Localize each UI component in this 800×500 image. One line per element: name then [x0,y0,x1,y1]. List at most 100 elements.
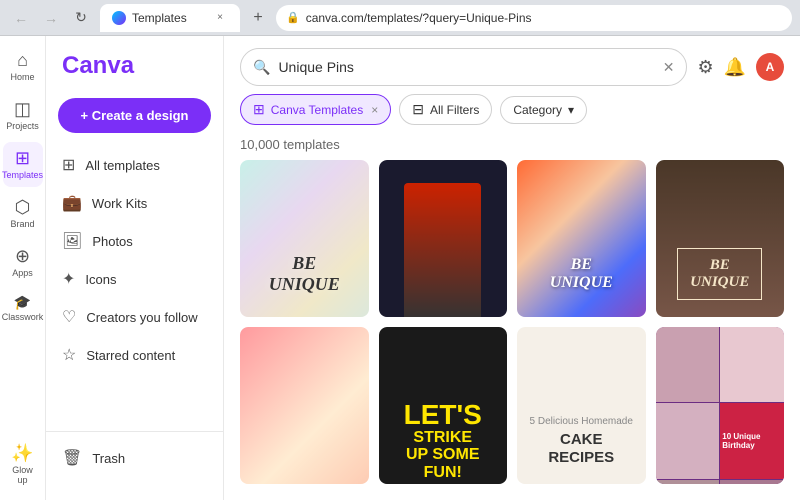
canva-logo-text: Canva [62,52,134,79]
nav-label-trash: Trash [92,451,125,466]
settings-icon[interactable]: ⚙ [697,57,713,78]
sidebar-item-brand[interactable]: ⬡ Brand [3,191,43,236]
all-filters-chip[interactable]: ⊟ All Filters [399,94,492,125]
search-clear-button[interactable]: ✕ [663,59,675,76]
template-preview-1: BEUNIQUE [240,160,369,317]
browser-tab[interactable]: Templates × [100,4,240,32]
template-preview-4: BEUNIQUE [656,160,785,317]
template-preview-8: 10 Unique Birthday [656,327,785,484]
search-box[interactable]: 🔍 Unique Pins ✕ [240,48,687,86]
nav-bottom-section: 🗑 Trash [46,431,223,484]
back-button[interactable]: ← [8,5,34,31]
user-avatar[interactable]: A [756,53,784,81]
template-text-1: BEUNIQUE [269,253,340,295]
category-arrow-icon: ▾ [568,103,574,117]
birthday-collage: 10 Unique Birthday [656,327,785,484]
nav-item-icons[interactable]: ✦ Icons [46,261,223,297]
canva-logo: Canva [46,52,223,96]
sidebar-label-home: Home [10,73,34,83]
dapper-person-image [404,183,481,317]
trash-icon: 🗑 [62,448,82,468]
templates-icon: ⊞ [15,148,30,169]
all-filters-label: All Filters [430,103,479,117]
nav-item-photos[interactable]: 🖼 Photos [46,223,223,259]
nav-label-work-kits: Work Kits [92,196,147,211]
filters-row: ⊞ Canva Templates × ⊟ All Filters Catego… [224,94,800,133]
templates-grid: BEUNIQUE Pink Modern Past... Pinterest P… [224,160,800,500]
app-container: ⌂ Home ◫ Projects ⊞ Templates ⬡ Brand ⊕ … [0,36,800,500]
template-card-3[interactable]: BEUNIQUE ▶ Be Unique Moder... Pinterest … [517,160,646,317]
tab-title: Templates [132,11,206,25]
tab-favicon [112,11,126,25]
nav-label-photos: Photos [92,234,132,249]
tab-close-button[interactable]: × [212,10,228,26]
home-icon: ⌂ [17,50,28,71]
filter-icon: ⊟ [412,101,424,118]
creators-icon: ♡ [62,307,76,327]
sidebar: ⌂ Home ◫ Projects ⊞ Templates ⬡ Brand ⊕ … [0,36,46,500]
template-text-4: BEUNIQUE [677,248,762,300]
template-card-7[interactable]: 5 Delicious Homemade CAKERECIPES 5 Delic… [517,327,646,484]
nav-item-starred[interactable]: ☆ Starred content [46,337,223,373]
nav-item-work-kits[interactable]: 💼 Work Kits [46,185,223,221]
icons-icon: ✦ [62,269,75,289]
lock-icon: 🔒 [286,11,300,24]
work-kits-icon: 💼 [62,193,82,213]
sidebar-label-projects: Projects [6,122,39,132]
sidebar-item-apps[interactable]: ⊕ Apps [3,240,43,285]
sidebar-item-home[interactable]: ⌂ Home [3,44,43,89]
category-label: Category [513,103,562,117]
nav-item-all-templates[interactable]: ⊞ All templates [46,147,223,183]
photos-icon: 🖼 [62,231,82,251]
main-content: 🔍 Unique Pins ✕ ⚙ 🔔 A ⊞ Canva Templates … [224,36,800,500]
forward-button[interactable]: → [38,5,64,31]
template-card-1[interactable]: BEUNIQUE Pink Modern Past... Pinterest P… [240,160,369,317]
sidebar-label-brand: Brand [10,220,34,230]
address-bar[interactable]: 🔒 canva.com/templates/?query=Unique-Pins [276,5,792,31]
nav-label-icons: Icons [85,272,116,287]
nav-item-creators[interactable]: ♡ Creators you follow [46,299,223,335]
left-nav-panel: Canva + Create a design ⊞ All templates … [46,36,224,500]
search-action-icons: ⚙ 🔔 A [697,53,784,81]
nav-label-creators: Creators you follow [86,310,197,325]
nav-controls: ← → ↻ [8,5,94,31]
new-tab-button[interactable]: + [246,6,270,30]
canva-chip-icon: ⊞ [253,101,265,118]
brand-icon: ⬡ [15,197,31,218]
sidebar-label-templates: Templates [2,171,43,181]
sidebar-label-glow: Glow up [7,466,39,486]
search-input[interactable]: Unique Pins [278,59,654,75]
template-card-2[interactable]: Dapper Dapper Red Uniq... Pinterest Pin … [379,160,508,317]
template-preview-7: 5 Delicious Homemade CAKERECIPES [517,327,646,484]
template-card-5[interactable] [240,327,369,484]
nav-label-all-templates: All templates [85,158,159,173]
template-card-4[interactable]: BEUNIQUE Pink Abstract Be ... Pinterest … [656,160,785,317]
notifications-icon[interactable]: 🔔 [724,57,746,78]
nav-label-starred: Starred content [86,348,175,363]
template-preview-5 [240,327,369,484]
template-card-8[interactable]: 10 Unique Birthday 10 Unique Birthday...… [656,327,785,484]
category-chip[interactable]: Category ▾ [500,96,587,124]
template-card-6[interactable]: LET'S STRIKEUP SOMEFUN! Let's Strike Up … [379,327,508,484]
create-design-button[interactable]: + Create a design [58,98,211,133]
canva-chip-close[interactable]: × [371,103,378,117]
canva-templates-chip[interactable]: ⊞ Canva Templates × [240,94,391,125]
sidebar-item-templates[interactable]: ⊞ Templates [3,142,43,187]
search-area: 🔍 Unique Pins ✕ ⚙ 🔔 A [224,36,800,94]
sidebar-label-classwork: Classwork [2,313,44,323]
sidebar-item-classwork[interactable]: 🎓 Classwork [3,288,43,329]
template-text-3: BEUNIQUE [550,256,613,292]
apps-icon: ⊕ [15,246,30,267]
glow-icon: ✨ [11,443,33,464]
sidebar-label-apps: Apps [12,269,33,279]
refresh-button[interactable]: ↻ [68,5,94,31]
nav-item-trash[interactable]: 🗑 Trash [46,440,223,476]
browser-chrome: ← → ↻ Templates × + 🔒 canva.com/template… [0,0,800,36]
canva-chip-label: Canva Templates [271,103,364,117]
sidebar-item-projects[interactable]: ◫ Projects [3,93,43,138]
address-text: canva.com/templates/?query=Unique-Pins [306,11,532,25]
template-count: 10,000 templates [224,133,800,160]
all-templates-icon: ⊞ [62,155,75,175]
sidebar-glow-up[interactable]: ✨ Glow up [3,437,43,492]
template-preview-3: BEUNIQUE ▶ [517,160,646,317]
